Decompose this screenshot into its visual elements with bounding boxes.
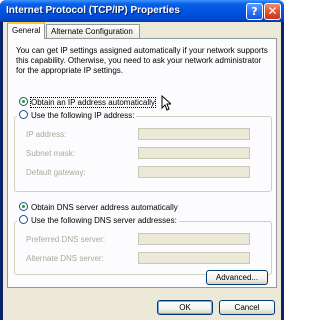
radio-unselected-icon — [19, 110, 28, 120]
dns-server-group — [14, 221, 272, 275]
ok-button[interactable]: OK — [157, 300, 213, 315]
use-following-ip-label: Use the following IP address: — [31, 111, 135, 120]
preferred-dns-label: Preferred DNS server: — [26, 235, 106, 244]
help-icon[interactable]: ? — [246, 3, 263, 20]
default-gateway-label: Default gateway: — [26, 168, 86, 177]
advanced-button[interactable]: Advanced... — [206, 270, 268, 285]
alternate-dns-input[interactable] — [138, 252, 250, 264]
ip-address-label: IP address: — [26, 130, 67, 139]
window-title: Internet Protocol (TCP/IP) Properties — [6, 5, 180, 16]
obtain-ip-auto-label: Obtain an IP address automatically — [30, 97, 156, 108]
radio-unselected-icon — [19, 215, 28, 225]
use-following-ip-radio[interactable]: Use the following IP address: — [17, 110, 137, 121]
title-bar[interactable]: Internet Protocol (TCP/IP) Properties ? … — [0, 0, 284, 22]
close-icon[interactable]: ✕ — [264, 3, 281, 20]
obtain-dns-auto-label: Obtain DNS server address automatically — [31, 203, 178, 212]
use-following-dns-label: Use the following DNS server addresses: — [31, 216, 177, 225]
default-gateway-input[interactable] — [138, 166, 250, 178]
dialog-window: Internet Protocol (TCP/IP) Properties ? … — [0, 0, 284, 320]
alternate-dns-label: Alternate DNS server: — [26, 254, 104, 263]
preferred-dns-input[interactable] — [138, 233, 250, 245]
use-following-dns-radio[interactable]: Use the following DNS server addresses: — [17, 215, 179, 226]
dialog-body: General Alternate Configuration You can … — [3, 22, 281, 320]
subnet-mask-input[interactable] — [138, 147, 250, 159]
tab-general[interactable]: General — [7, 22, 46, 39]
subnet-mask-label: Subnet mask: — [26, 149, 75, 158]
obtain-dns-auto-radio[interactable]: Obtain DNS server address automatically — [19, 202, 178, 213]
ip-address-input[interactable] — [138, 128, 250, 140]
obtain-ip-auto-radio[interactable]: Obtain an IP address automatically — [19, 97, 156, 108]
mouse-pointer-icon — [161, 95, 171, 111]
cancel-button[interactable]: Cancel — [219, 300, 275, 315]
radio-selected-icon — [19, 202, 28, 212]
tab-alternate-configuration[interactable]: Alternate Configuration — [46, 24, 140, 38]
radio-selected-icon — [19, 97, 28, 107]
general-tab-panel: You can get IP settings assigned automat… — [7, 38, 277, 288]
description-text: You can get IP settings assigned automat… — [16, 46, 268, 75]
